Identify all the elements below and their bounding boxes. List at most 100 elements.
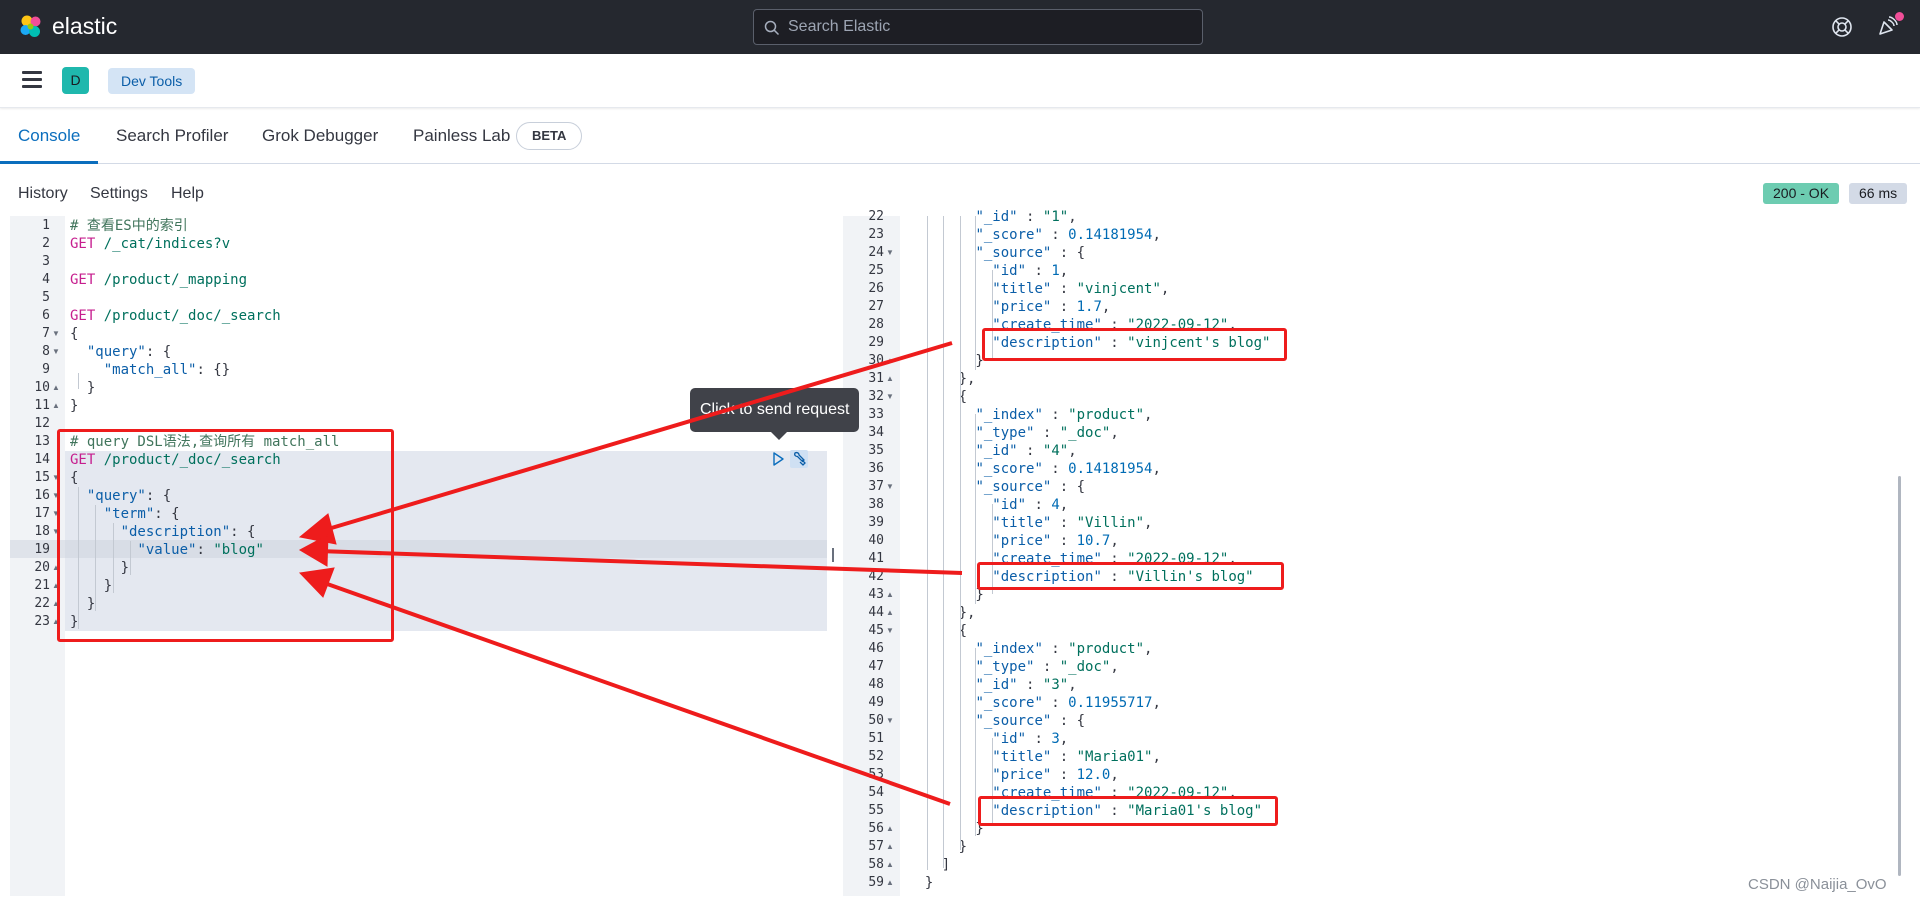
line-number: 31 (868, 371, 884, 386)
fold-toggle-icon[interactable]: ▼ (886, 712, 894, 730)
tab-console[interactable]: Console (18, 126, 80, 146)
fold-toggle-icon[interactable]: ▲ (886, 352, 894, 370)
fold-toggle-icon[interactable]: ▲ (52, 397, 60, 415)
fold-toggle-icon[interactable]: ▲ (886, 856, 894, 874)
line-number: 37 (868, 479, 884, 494)
code-line: "_index" : "product", (975, 641, 1153, 657)
line-number: 46 (868, 641, 884, 656)
code-line: GET /product/_mapping (70, 272, 248, 288)
settings-link[interactable]: Settings (90, 185, 148, 203)
pane-resize-handle[interactable] (832, 548, 834, 562)
code-line: } (908, 353, 984, 369)
line-number: 26 (868, 281, 884, 296)
line-number: 2 (42, 236, 50, 251)
fold-toggle-icon[interactable]: ▲ (886, 604, 894, 622)
line-number: 12 (34, 416, 50, 431)
line-number: 35 (868, 443, 884, 458)
code-line: "_score" : 0.11955717, (975, 695, 1161, 711)
response-status-badge: 200 - OK (1763, 183, 1840, 204)
history-link[interactable]: History (18, 185, 68, 203)
fold-toggle-icon[interactable]: ▼ (52, 325, 60, 343)
line-number: 53 (868, 767, 884, 782)
fold-toggle-icon[interactable]: ▲ (886, 838, 894, 856)
indent-guide (975, 414, 976, 604)
code-line: "title" : "vinjcent", (992, 281, 1170, 297)
fold-toggle-icon[interactable]: ▲ (886, 586, 894, 604)
code-line: }, (908, 605, 976, 621)
fold-toggle-icon[interactable]: ▲ (886, 370, 894, 388)
code-line: { (908, 623, 968, 639)
indent-guide (78, 373, 79, 389)
line-number: 36 (868, 461, 884, 476)
line-number: 58 (868, 857, 884, 872)
line-number: 22 (34, 596, 50, 611)
tab-grok-debugger[interactable]: Grok Debugger (262, 126, 378, 146)
code-line: "_source" : { (975, 245, 1086, 261)
line-number: 18 (34, 524, 50, 539)
fold-toggle-icon[interactable]: ▼ (886, 622, 894, 640)
menu-icon[interactable] (22, 71, 42, 89)
tab-painless-lab[interactable]: Painless Lab (413, 126, 510, 146)
dev-tools-tabs: Console Search Profiler Grok Debugger Pa… (0, 108, 1920, 164)
line-number: 59 (868, 875, 884, 890)
tooltip-arrow (771, 432, 787, 440)
annotation-box-result-1 (982, 328, 1287, 361)
line-number: 50 (868, 713, 884, 728)
breadcrumb-dev-tools[interactable]: Dev Tools (108, 68, 196, 94)
code-line: "_id" : "4", (975, 443, 1077, 459)
line-number: 13 (34, 434, 50, 449)
code-line: "price" : 12.0, (992, 767, 1119, 783)
indent-guide (927, 216, 928, 870)
fold-toggle-icon[interactable]: ▲ (886, 874, 894, 892)
fold-toggle-icon[interactable]: ▼ (52, 343, 60, 361)
code-line: "match_all": {} (103, 362, 231, 378)
wrench-icon[interactable] (790, 450, 808, 468)
line-number: 28 (868, 317, 884, 332)
code-line: "query": { (86, 344, 172, 360)
line-number: 5 (42, 290, 50, 305)
indent-guide (943, 216, 944, 868)
code-line: "title" : "Maria01", (992, 749, 1161, 765)
code-line: } (70, 398, 79, 414)
code-line: } (908, 821, 984, 837)
fold-toggle-icon[interactable]: ▼ (886, 388, 894, 406)
line-number: 8 (42, 344, 50, 359)
help-lifebuoy-icon[interactable] (1831, 16, 1853, 38)
line-number: 38 (868, 497, 884, 512)
fold-toggle-icon[interactable]: ▼ (886, 244, 894, 262)
line-number: 39 (868, 515, 884, 530)
code-line: "id" : 3, (992, 731, 1069, 747)
search-icon (764, 20, 780, 36)
code-line: } (908, 875, 934, 891)
tab-search-profiler[interactable]: Search Profiler (116, 126, 228, 146)
fold-toggle-icon[interactable]: ▼ (886, 478, 894, 496)
fold-toggle-icon[interactable]: ▲ (886, 820, 894, 838)
line-number: 55 (868, 803, 884, 818)
line-number: 47 (868, 659, 884, 674)
annotation-box-result-3 (978, 796, 1278, 826)
send-request-tooltip: Click to send request (690, 388, 860, 432)
line-number: 40 (868, 533, 884, 548)
line-number: 49 (868, 695, 884, 710)
active-tab-indicator (0, 161, 98, 164)
line-number: 44 (868, 605, 884, 620)
line-number: 29 (868, 335, 884, 350)
search-input[interactable] (788, 15, 1188, 39)
code-line: "_id" : "3", (975, 677, 1077, 693)
line-number: 19 (34, 542, 50, 557)
fold-toggle-icon[interactable]: ▲ (52, 379, 60, 397)
space-avatar[interactable]: D (62, 67, 89, 94)
code-line: "_score" : 0.14181954, (975, 227, 1161, 243)
help-link[interactable]: Help (171, 185, 204, 203)
indent-guide (960, 216, 961, 850)
code-line: "id" : 1, (992, 263, 1069, 279)
line-number: 42 (868, 569, 884, 584)
global-header: elastic (0, 0, 1920, 54)
line-number: 30 (868, 353, 884, 368)
code-line: } (908, 587, 984, 603)
line-number: 1 (42, 218, 50, 233)
global-search[interactable] (753, 9, 1203, 45)
response-scrollbar[interactable] (1898, 476, 1901, 876)
play-icon[interactable] (770, 451, 786, 467)
elastic-logo-icon[interactable] (18, 14, 44, 40)
